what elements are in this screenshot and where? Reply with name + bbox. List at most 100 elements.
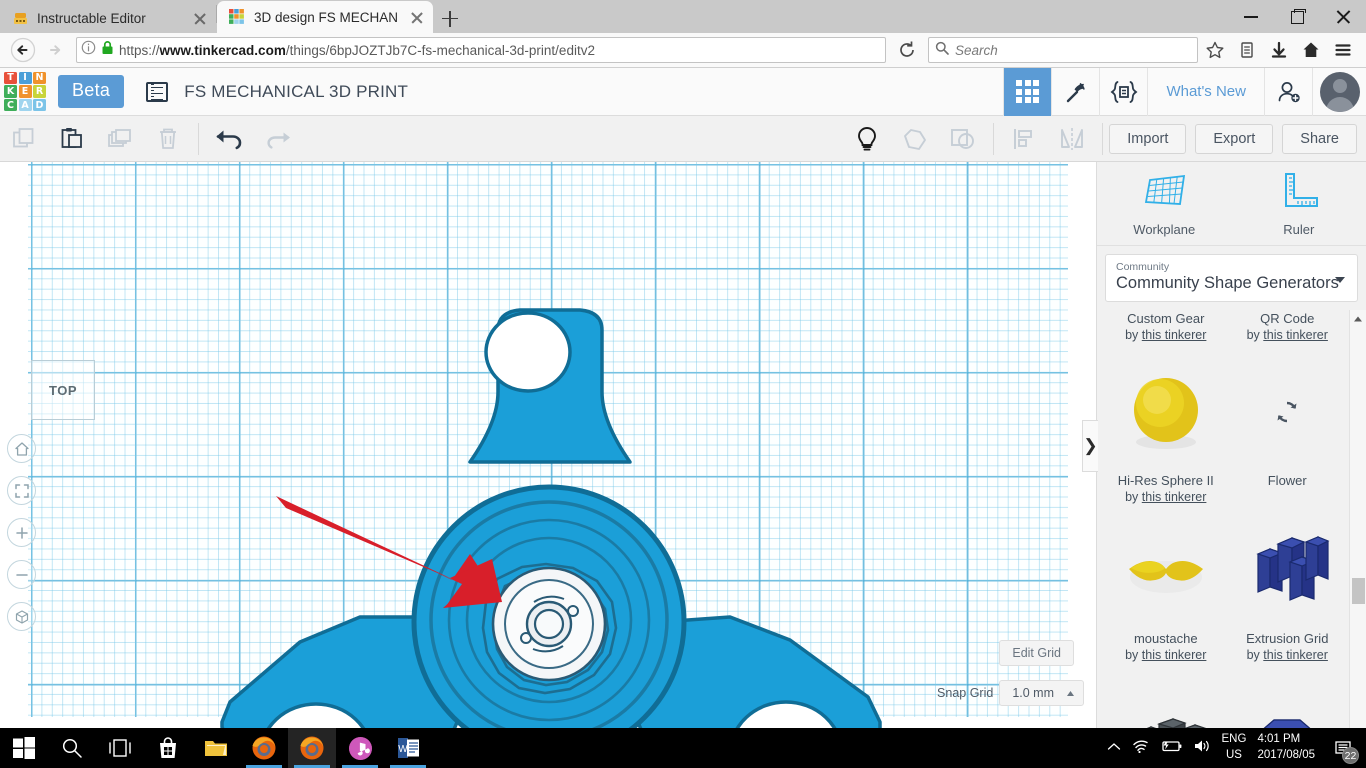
- show-hidden-icons-caret[interactable]: [1107, 739, 1121, 757]
- browser-tab-1[interactable]: Instructable Editor: [0, 3, 216, 33]
- search-button[interactable]: [48, 728, 96, 768]
- add-user-icon[interactable]: [1264, 67, 1312, 116]
- search-input[interactable]: [955, 42, 1191, 58]
- workplane-icon: [1140, 170, 1188, 215]
- shape-item-flower[interactable]: Flower: [1227, 352, 1349, 510]
- zoom-out-icon[interactable]: [7, 560, 36, 589]
- hammer-icon[interactable]: [1051, 67, 1099, 116]
- shape-name: moustache: [1133, 631, 1198, 647]
- window-close-button[interactable]: [1320, 0, 1366, 33]
- shape-item-extrusion-grid[interactable]: Extrusion Grid by this tinkerer: [1227, 510, 1349, 668]
- shape-list[interactable]: Custom Gear by this tinkerer QR Code by …: [1105, 310, 1348, 728]
- clock[interactable]: 4:01 PM 2017/08/05: [1257, 732, 1315, 763]
- browser-tab-2[interactable]: 3D design FS MECHANICAL: [217, 1, 433, 33]
- bookmark-star-icon[interactable]: [1200, 36, 1230, 64]
- export-button[interactable]: Export: [1195, 123, 1274, 154]
- battery-icon[interactable]: [1160, 739, 1182, 758]
- library-icon[interactable]: [1232, 36, 1262, 64]
- shapes-scrollbar[interactable]: [1349, 310, 1366, 728]
- tinkercad-logo[interactable]: T I N K E R C A D: [2, 70, 48, 114]
- shape-author: by this tinkerer: [1246, 648, 1328, 662]
- shape-item-blue-cylinder[interactable]: [1227, 668, 1349, 728]
- yellow-moustache-thumb: [1105, 510, 1227, 630]
- wifi-icon[interactable]: [1132, 739, 1149, 758]
- category-label: Community: [1116, 261, 1170, 273]
- logo-tile-t: T: [4, 71, 17, 84]
- browser-search-bar[interactable]: [928, 37, 1198, 63]
- perspective-icon[interactable]: [7, 602, 36, 631]
- language-indicator[interactable]: ENG US: [1222, 732, 1247, 763]
- shape-category-select[interactable]: Community Community Shape Generators: [1105, 254, 1358, 302]
- minimize-button[interactable]: [1228, 0, 1274, 33]
- zoom-in-icon[interactable]: [7, 518, 36, 547]
- blue-blocks-thumb: [1227, 510, 1349, 630]
- downloads-icon[interactable]: [1264, 36, 1294, 64]
- project-list-icon[interactable]: [146, 81, 169, 102]
- snap-grid-select[interactable]: 1.0 mm: [999, 680, 1084, 706]
- word-button[interactable]: W: [384, 728, 432, 768]
- shape-item-qr-code[interactable]: QR Code by this tinkerer: [1227, 310, 1349, 352]
- reload-icon[interactable]: [892, 36, 922, 64]
- firefox-active-button[interactable]: [288, 728, 336, 768]
- new-tab-button[interactable]: [433, 3, 467, 33]
- whats-new-link[interactable]: What's New: [1147, 67, 1264, 116]
- shape-item-hi-res-sphere[interactable]: Hi-Res Sphere II by this tinkerer: [1105, 352, 1227, 510]
- chevron-down-icon[interactable]: [1335, 277, 1345, 283]
- hint-button[interactable]: [843, 116, 891, 162]
- shape-name: Custom Gear: [1127, 311, 1205, 326]
- workplane-tool[interactable]: Workplane: [1097, 162, 1232, 245]
- undo-button[interactable]: [205, 116, 253, 162]
- fit-view-icon[interactable]: [7, 476, 36, 505]
- file-explorer-button[interactable]: [192, 728, 240, 768]
- start-button[interactable]: [0, 728, 48, 768]
- shape-item-custom-gear[interactable]: Custom Gear by this tinkerer: [1105, 310, 1227, 352]
- close-icon[interactable]: [190, 8, 210, 28]
- scroll-up-icon[interactable]: [1350, 310, 1366, 327]
- back-arrow-icon[interactable]: [8, 36, 38, 64]
- paste-button[interactable]: [48, 116, 96, 162]
- home-icon[interactable]: [1296, 36, 1326, 64]
- avatar-wrapper[interactable]: [1312, 67, 1366, 116]
- collapse-panel-handle[interactable]: ❯: [1082, 420, 1098, 472]
- notification-center-button[interactable]: 22: [1326, 728, 1360, 768]
- shape-author: by this tinkerer: [1125, 648, 1207, 662]
- close-icon[interactable]: [407, 7, 427, 27]
- maximize-button[interactable]: [1274, 0, 1320, 33]
- svg-text:W: W: [398, 744, 408, 755]
- shape-author: by this tinkerer: [1246, 327, 1328, 342]
- avatar[interactable]: [1319, 71, 1360, 112]
- category-value: Community Shape Generators: [1116, 274, 1339, 292]
- redo-button: [253, 116, 301, 162]
- lock-icon[interactable]: [101, 40, 114, 60]
- grid-apps-icon[interactable]: [1003, 67, 1052, 116]
- ruler-tool[interactable]: Ruler: [1232, 162, 1366, 245]
- shape-item-moustache[interactable]: moustache by this tinkerer: [1105, 510, 1227, 668]
- chevron-up-icon: [1067, 690, 1074, 696]
- view-cube[interactable]: TOP: [31, 360, 95, 420]
- home-view-icon[interactable]: [7, 434, 36, 463]
- edit-grid-button[interactable]: Edit Grid: [999, 640, 1074, 666]
- shape-item-grey-blocks[interactable]: [1105, 668, 1227, 728]
- beta-badge[interactable]: Beta: [58, 75, 125, 108]
- logo-tile-e: E: [18, 85, 32, 98]
- fidget-spinner-model[interactable]: [0, 162, 1096, 728]
- info-icon[interactable]: [81, 40, 96, 60]
- duplicate-button: [96, 116, 144, 162]
- volume-icon[interactable]: [1193, 739, 1211, 758]
- share-button[interactable]: Share: [1282, 123, 1357, 154]
- itunes-button[interactable]: [336, 728, 384, 768]
- scrollbar-thumb[interactable]: [1352, 578, 1365, 604]
- copy-button: [0, 116, 48, 162]
- task-view-button[interactable]: [96, 728, 144, 768]
- editor-canvas[interactable]: TOP Edit Grid Snap Grid 1.0 mm: [0, 162, 1096, 728]
- url-bar[interactable]: https://www.tinkercad.com/things/6bpJOZT…: [76, 37, 886, 63]
- category-select-wrapper: Community Community Shape Generators: [1097, 246, 1366, 302]
- firefox-button[interactable]: [240, 728, 288, 768]
- language-line-2: US: [1225, 749, 1242, 761]
- ruler-label: Ruler: [1283, 222, 1315, 237]
- import-button[interactable]: Import: [1109, 123, 1187, 154]
- menu-icon[interactable]: [1328, 36, 1358, 64]
- window-controls: [1228, 0, 1366, 33]
- store-button[interactable]: [144, 728, 192, 768]
- codeblocks-icon[interactable]: [1099, 67, 1147, 116]
